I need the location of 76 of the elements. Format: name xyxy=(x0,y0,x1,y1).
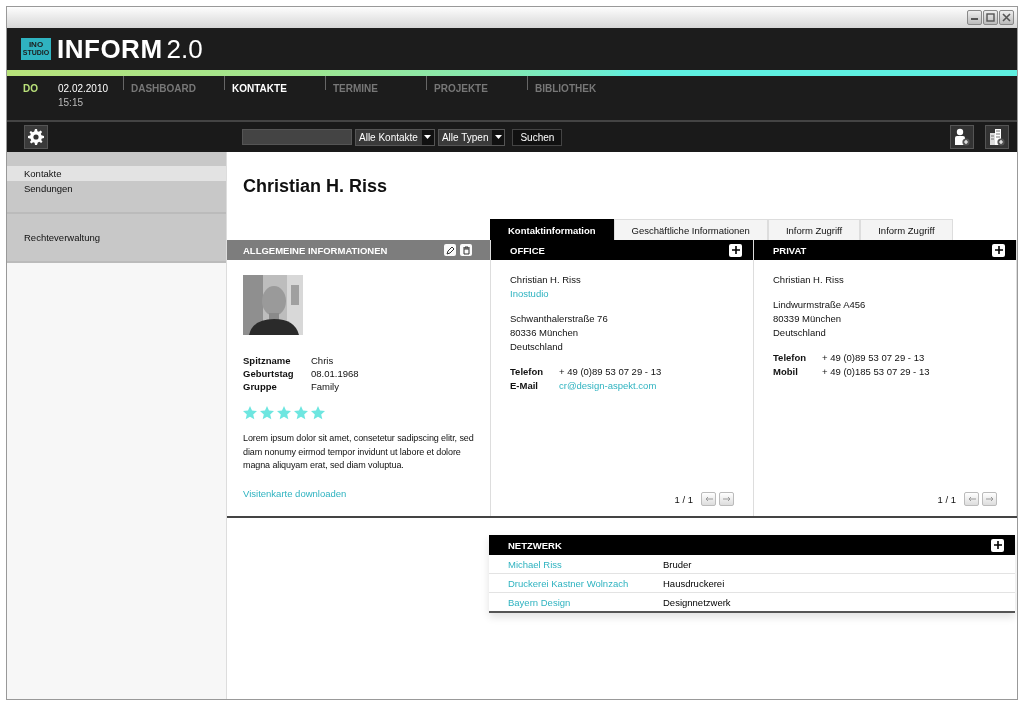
filter-dropdown[interactable]: Alle Kontakte xyxy=(355,128,435,146)
left-arrow-icon xyxy=(704,496,713,502)
right-arrow-icon xyxy=(985,496,994,502)
contact-name: Christian H. Riss xyxy=(243,176,389,198)
address-line: Deutschland xyxy=(773,327,827,338)
field-value: + 49 (0)89 53 07 29 - 13 xyxy=(559,366,663,377)
left-arrow-icon xyxy=(967,496,976,502)
right-arrow-icon xyxy=(722,496,731,502)
search-field[interactable] xyxy=(242,129,352,145)
address-line: 80339 München xyxy=(773,313,843,324)
sidebar-item[interactable]: Sendungen xyxy=(7,181,226,196)
tab[interactable]: Geschäftliche Informationen xyxy=(613,219,768,240)
tab[interactable]: Inform Zugriff xyxy=(767,219,861,240)
nav-tab[interactable]: PROJEKTE xyxy=(426,76,527,90)
maximize-button[interactable] xyxy=(983,10,998,25)
page-counter: 1 / 1 xyxy=(937,493,956,505)
search-button[interactable]: Suchen xyxy=(512,128,563,146)
field-label: Spitzname xyxy=(243,355,292,366)
relation-text: Hausdruckerei xyxy=(663,578,725,589)
address-line: Lindwurmstraße A456 xyxy=(773,299,867,310)
field-value: + 49 (0)185 53 07 29 - 13 xyxy=(822,366,931,377)
field-value: + 49 (0)89 53 07 29 - 13 xyxy=(822,352,926,363)
minimize-button[interactable] xyxy=(967,10,982,25)
address-line: Deutschland xyxy=(510,341,564,352)
time-label: 15:15 xyxy=(58,97,85,108)
relation-text: Designnetzwerk xyxy=(663,597,731,608)
section-title: ALLGEMEINE INFORMATIONEN xyxy=(243,244,389,256)
add-button[interactable] xyxy=(991,538,1004,552)
tab[interactable]: Kontaktinformation xyxy=(490,219,614,240)
relation-text: Bruder xyxy=(663,559,692,570)
nav-tab[interactable]: KONTAKTE xyxy=(224,76,325,90)
maximize-icon xyxy=(986,13,995,22)
tab[interactable]: Inform Zugriff xyxy=(860,219,953,240)
star-icon xyxy=(277,406,291,420)
field-label: Telefon xyxy=(510,366,545,377)
field-value: Family xyxy=(311,381,340,392)
star-icon xyxy=(311,406,325,420)
field-label: E-Mail xyxy=(510,380,539,391)
caret-icon xyxy=(421,129,434,145)
field-value: 08.01.1968 xyxy=(311,368,359,379)
nav-tab[interactable]: DASHBOARD xyxy=(123,76,224,90)
section-title: PRIVAT xyxy=(773,244,808,256)
add-company-button[interactable] xyxy=(985,125,1009,149)
close-icon xyxy=(1002,13,1011,22)
edit-button[interactable] xyxy=(444,244,456,256)
page-counter: 1 / 1 xyxy=(674,493,693,505)
field-label: Geburtstag xyxy=(243,368,295,379)
app-version: 2.0 xyxy=(166,33,203,65)
close-button[interactable] xyxy=(999,10,1014,25)
address-line: 80336 München xyxy=(510,327,580,338)
nav-tab[interactable]: TERMINE xyxy=(325,76,426,90)
field-label: Gruppe xyxy=(243,381,278,392)
app-title: INFORM xyxy=(57,33,163,65)
description-text: Lorem ipsum dolor sit amet, consetetur sadipscing elitr, sed diam nonumy eirmod tempor invidunt ut labore et dolore magna aliquyam erat, sed diam voluptua. xyxy=(243,432,475,472)
star-icon xyxy=(294,406,308,420)
field-label: Telefon xyxy=(773,352,808,363)
star-icon xyxy=(260,406,274,420)
address-line: Schwanthalerstraße 76 xyxy=(510,313,609,324)
section-title: OFFICE xyxy=(510,244,546,256)
settings-button[interactable] xyxy=(24,125,48,149)
add-person-button[interactable] xyxy=(950,125,974,149)
delete-button[interactable] xyxy=(460,244,472,256)
date-label: 02.02.2010 xyxy=(58,83,109,94)
section-title: NETZWERK xyxy=(508,539,563,551)
address-line: Christian H. Riss xyxy=(773,274,845,285)
star-icon xyxy=(243,406,257,420)
caret-icon xyxy=(492,129,505,145)
sidebar-item[interactable]: Kontakte xyxy=(7,166,226,181)
filter-dropdown[interactable]: Alle Typen xyxy=(437,128,506,146)
add-button[interactable] xyxy=(729,243,742,257)
nav-tab[interactable]: BIBLIOTHEK xyxy=(527,76,628,90)
add-button[interactable] xyxy=(992,243,1005,257)
field-value: Chris xyxy=(311,355,335,366)
weekday-label: DO xyxy=(23,83,38,96)
field-label: Mobil xyxy=(773,366,799,377)
address-line: Christian H. Riss xyxy=(510,274,582,285)
